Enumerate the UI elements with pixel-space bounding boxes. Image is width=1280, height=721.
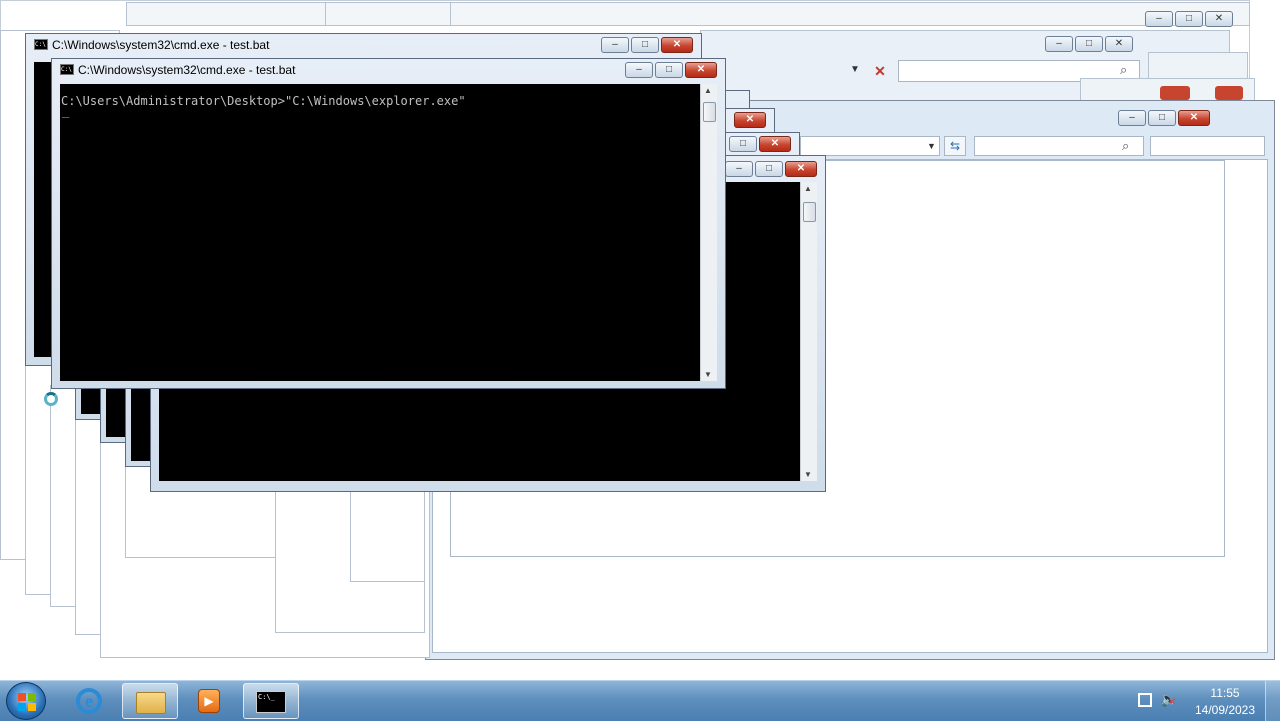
clock-time[interactable]: 11:55 [1185,686,1265,700]
start-button[interactable] [6,682,46,720]
address-bar[interactable] [800,136,940,156]
taskbar: e ▶ C:\_ 🔈 ✕ 11:55 14/09/2023 [0,680,1280,721]
search-icon[interactable]: ⌕ [1122,138,1129,154]
maximize-button[interactable]: □ [1175,11,1203,27]
minimize-button[interactable]: – [625,62,653,78]
window-title: C:\Windows\system32\cmd.exe - test.bat [78,63,296,77]
background-window-strip [126,2,326,26]
close-button[interactable]: ✕ [685,62,717,78]
minimize-button[interactable]: – [1118,110,1146,126]
background-window-strip [325,2,452,26]
taskbar-media-player[interactable]: ▶ [182,683,238,719]
search-input[interactable] [1150,136,1265,156]
search-input[interactable] [974,136,1144,156]
taskbar-file-explorer[interactable] [122,683,178,719]
close-button[interactable]: ✕ [759,136,791,152]
minimize-button[interactable]: – [1145,11,1173,27]
file-explorer-icon [136,692,166,714]
console-scrollbar[interactable]: ▲ ▼ [800,182,817,481]
explorer-main-caption-buttons[interactable]: – □ ✕ [1118,110,1210,126]
cmd-app-icon: C:\ [60,64,74,75]
console-command-line: C:\Users\Administrator\Desktop>"C:\Windo… [61,94,466,108]
taskbar-internet-explorer[interactable]: e [62,683,118,719]
cmd-window-front: C:\ C:\Windows\system32\cmd.exe - test.b… [51,58,726,389]
search-icon: ⌕ [1120,62,1128,77]
stop-icon[interactable]: ✕ [870,61,890,81]
taskbar-command-prompt[interactable]: C:\_ [243,683,299,719]
caption-buttons[interactable]: – □ ✕ [625,62,717,78]
refresh-icon[interactable]: ⇆ [944,136,966,156]
close-button[interactable]: ✕ [1178,110,1210,126]
background-window-strip [450,2,1250,26]
maximize-button[interactable]: □ [631,37,659,53]
close-button[interactable]: ✕ [1205,11,1233,27]
clock-date[interactable]: 14/09/2023 [1185,703,1265,717]
maximize-button[interactable]: □ [729,136,757,152]
explorer-behind-caption-buttons[interactable]: – □ ✕ [1045,36,1133,52]
close-button[interactable]: ✕ [661,37,693,53]
caption-buttons[interactable]: ✕ [734,112,766,128]
console-cursor: _ [62,104,70,118]
close-button[interactable]: ✕ [1105,36,1133,52]
command-prompt-icon: C:\_ [256,691,286,713]
caption-buttons[interactable]: – □ ✕ [601,37,693,53]
windows-logo-icon [18,693,36,711]
scroll-thumb[interactable] [703,102,716,122]
show-desktop-button[interactable] [1265,681,1280,721]
internet-explorer-icon: e [76,688,102,714]
scroll-down-icon[interactable]: ▼ [804,470,812,479]
scroll-down-icon[interactable]: ▼ [704,370,712,379]
close-button[interactable]: ✕ [734,112,766,128]
minimize-button[interactable]: – [601,37,629,53]
console-scrollbar[interactable]: ▲ ▼ [700,84,717,381]
cmd-app-icon: C:\ [34,39,48,50]
scroll-up-icon[interactable]: ▲ [804,184,812,193]
dropdown-arrow-icon[interactable]: ▼ [927,141,936,151]
maximize-button[interactable]: □ [755,161,783,177]
console-area[interactable]: C:\Users\Administrator\Desktop>"C:\Windo… [60,84,701,381]
minimize-button[interactable]: – [1045,36,1073,52]
scroll-up-icon[interactable]: ▲ [704,86,712,95]
maximize-button[interactable]: □ [1075,36,1103,52]
background-window-caption-buttons[interactable]: – □ ✕ [1145,11,1233,27]
volume-muted-icon[interactable]: 🔈 ✕ [1160,691,1177,708]
close-button[interactable]: ✕ [785,161,817,177]
close-button[interactable] [1215,86,1243,100]
media-player-icon: ▶ [198,689,220,713]
minimize-button[interactable]: – [725,161,753,177]
maximize-button[interactable]: □ [1148,110,1176,126]
background-window-left [350,480,425,582]
dropdown-arrow-icon[interactable]: ▼ [850,64,860,75]
caption-buttons[interactable]: □ ✕ [729,136,791,152]
scroll-thumb[interactable] [803,202,816,222]
close-button[interactable] [1160,86,1190,100]
caption-buttons[interactable]: – □ ✕ [725,161,817,177]
network-icon[interactable] [1138,693,1152,707]
busy-cursor-icon [44,392,58,406]
window-title: C:\Windows\system32\cmd.exe - test.bat [52,38,270,52]
maximize-button[interactable]: □ [655,62,683,78]
